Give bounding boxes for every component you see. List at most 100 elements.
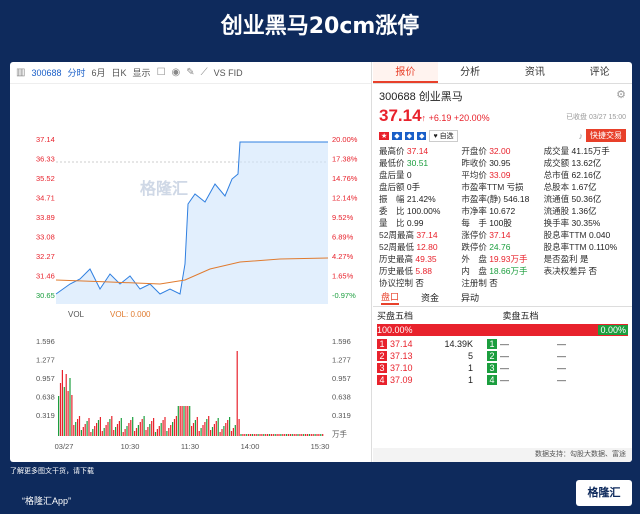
tab-orderbook[interactable]: 盘口 — [381, 290, 400, 305]
y-tick-left: 37.14 — [36, 135, 55, 144]
volume-bar — [181, 406, 183, 436]
tab-news[interactable]: 资讯 — [503, 62, 568, 83]
page-title: 创业黑马20cm涨停 — [220, 14, 420, 39]
quote-cell: 委 比 100.00% — [379, 206, 461, 217]
tab-quote[interactable]: 报价 — [373, 62, 438, 83]
y-tick-left: 32.27 — [36, 252, 55, 261]
y-tick-right: 1.65% — [332, 272, 354, 281]
volume-bar — [265, 434, 267, 436]
quote-value: 37.14 — [404, 146, 429, 156]
volume-bar — [173, 419, 176, 436]
quote-value: 50.36亿 — [569, 194, 602, 204]
volume-bar — [259, 434, 261, 436]
volume-bar — [69, 378, 71, 436]
vs-button[interactable]: VS FID — [214, 68, 243, 78]
quote-value: 30.95 — [486, 158, 511, 168]
stock-code: 300688 — [379, 91, 416, 103]
volume-bar — [314, 434, 316, 436]
quote-label: 注册制 — [461, 278, 487, 288]
volume-bar — [215, 421, 217, 436]
quote-label: 总市值 — [543, 170, 570, 180]
period-timeshare[interactable]: 分时 — [68, 66, 86, 79]
volume-bar — [77, 419, 79, 436]
quote-cell: 注册制 否 — [461, 278, 543, 289]
volume-bar — [267, 434, 269, 436]
quote-cell: 股息率TTM 0.110% — [544, 242, 626, 253]
chart-toolbar: ▥ 300688 分时 6月 日K 显示 ☐ ◉ ✎ ⟋ VS FID — [10, 62, 371, 84]
camera-icon[interactable]: ◉ — [172, 67, 181, 78]
watermark: 格隆汇 — [140, 179, 188, 198]
quote-grid: 最高价 37.14 开盘价 32.00 成交量 41.15万手 最低价 30.51 昨收… — [373, 146, 632, 289]
stock-code[interactable]: 300688 — [31, 68, 61, 78]
draw-icon[interactable]: ⟋ — [201, 67, 208, 78]
volume-bar — [135, 428, 138, 436]
show-select[interactable]: 显示 — [133, 66, 151, 79]
quick-trade-button[interactable]: 快捷交易 — [586, 129, 626, 142]
volume-bar — [227, 420, 229, 436]
chart-icon[interactable]: ▥ — [16, 67, 25, 78]
volume-bar — [149, 424, 151, 436]
price-change: +6.19 — [428, 113, 452, 123]
vol-tick-left: 0.957 — [36, 374, 55, 383]
vol-tick-left: 1.596 — [36, 337, 55, 346]
y-tick-right: 14.76% — [332, 174, 358, 183]
quote-value: 1.36亿 — [569, 206, 597, 216]
volume-bar — [246, 434, 248, 436]
kline-select[interactable]: 日K — [112, 66, 127, 79]
volume-bar — [238, 419, 240, 436]
sell-label: 卖盘五档 — [502, 310, 539, 321]
quote-value: 18.66万手 — [486, 266, 528, 276]
quote-tabs: 报价 分析 资讯 评论 — [373, 62, 632, 84]
sell-price: — — [500, 351, 509, 361]
quote-cell: 盘后额 0手 — [379, 182, 461, 193]
volume-bar — [187, 406, 189, 436]
sell-qty: — — [557, 339, 566, 349]
volume-bar — [84, 424, 86, 436]
gear-icon[interactable]: ⚙ — [616, 88, 626, 101]
volume-bar — [297, 434, 299, 436]
volume-bar — [124, 429, 126, 436]
quote-value: 10.672 — [486, 206, 516, 216]
quote-label: 市盈率(静) — [461, 194, 501, 204]
tab-movement[interactable]: 异动 — [461, 291, 479, 304]
vol-tick-right: 万手 — [332, 429, 347, 439]
buy-level: 4 — [377, 375, 387, 385]
buy-qty: 1 — [467, 375, 473, 385]
quote-cell: 每 手 100股 — [461, 218, 543, 229]
volume-bar — [61, 370, 63, 436]
volume-bar — [221, 429, 223, 436]
y-tick-left: 30.65 — [36, 291, 55, 300]
tab-funds[interactable]: 资金 — [421, 291, 439, 304]
volume-bar — [179, 406, 181, 436]
edit-icon[interactable]: ✎ — [186, 67, 194, 78]
add-watchlist-label: 自选 — [439, 132, 454, 140]
volume-bar — [115, 427, 117, 436]
volume-bar — [268, 434, 271, 436]
quote-cell: 振 幅 21.42% — [379, 194, 461, 205]
quote-cell: 52周最高 37.14 — [379, 230, 461, 241]
add-watchlist-button[interactable]: ♥ 自选 — [429, 129, 458, 142]
buy-qty: 14.39K — [444, 339, 473, 349]
quote-cell: 总市值 62.16亿 — [544, 170, 626, 181]
volume-bar — [189, 406, 191, 436]
volume-bar — [322, 434, 324, 436]
tab-comments[interactable]: 评论 — [567, 62, 632, 83]
month-select[interactable]: 6月 — [92, 66, 106, 79]
quote-value: 19.93万手 — [486, 254, 528, 264]
quote-label: 股息率TTM — [543, 230, 587, 240]
quote-value: 30.51 — [404, 158, 429, 168]
y-tick-left: 31.46 — [36, 272, 55, 281]
bell-icon[interactable]: ♪ — [579, 131, 584, 141]
vol-tick-left: 1.277 — [36, 356, 55, 365]
tab-analysis[interactable]: 分析 — [438, 62, 503, 83]
x-tick: 10:30 — [121, 442, 140, 451]
vol-label: VOL — [68, 310, 85, 319]
volume-bar — [192, 423, 195, 436]
quote-cell: 市盈率TTM 亏损 — [461, 182, 543, 193]
quote-label: 市盈率TTM — [461, 182, 505, 192]
volume-bar — [306, 434, 309, 436]
volume-bar — [151, 421, 153, 436]
checkbox-icon[interactable]: ☐ — [157, 67, 166, 78]
volume-bar — [143, 416, 145, 436]
volume-bar — [172, 422, 174, 436]
